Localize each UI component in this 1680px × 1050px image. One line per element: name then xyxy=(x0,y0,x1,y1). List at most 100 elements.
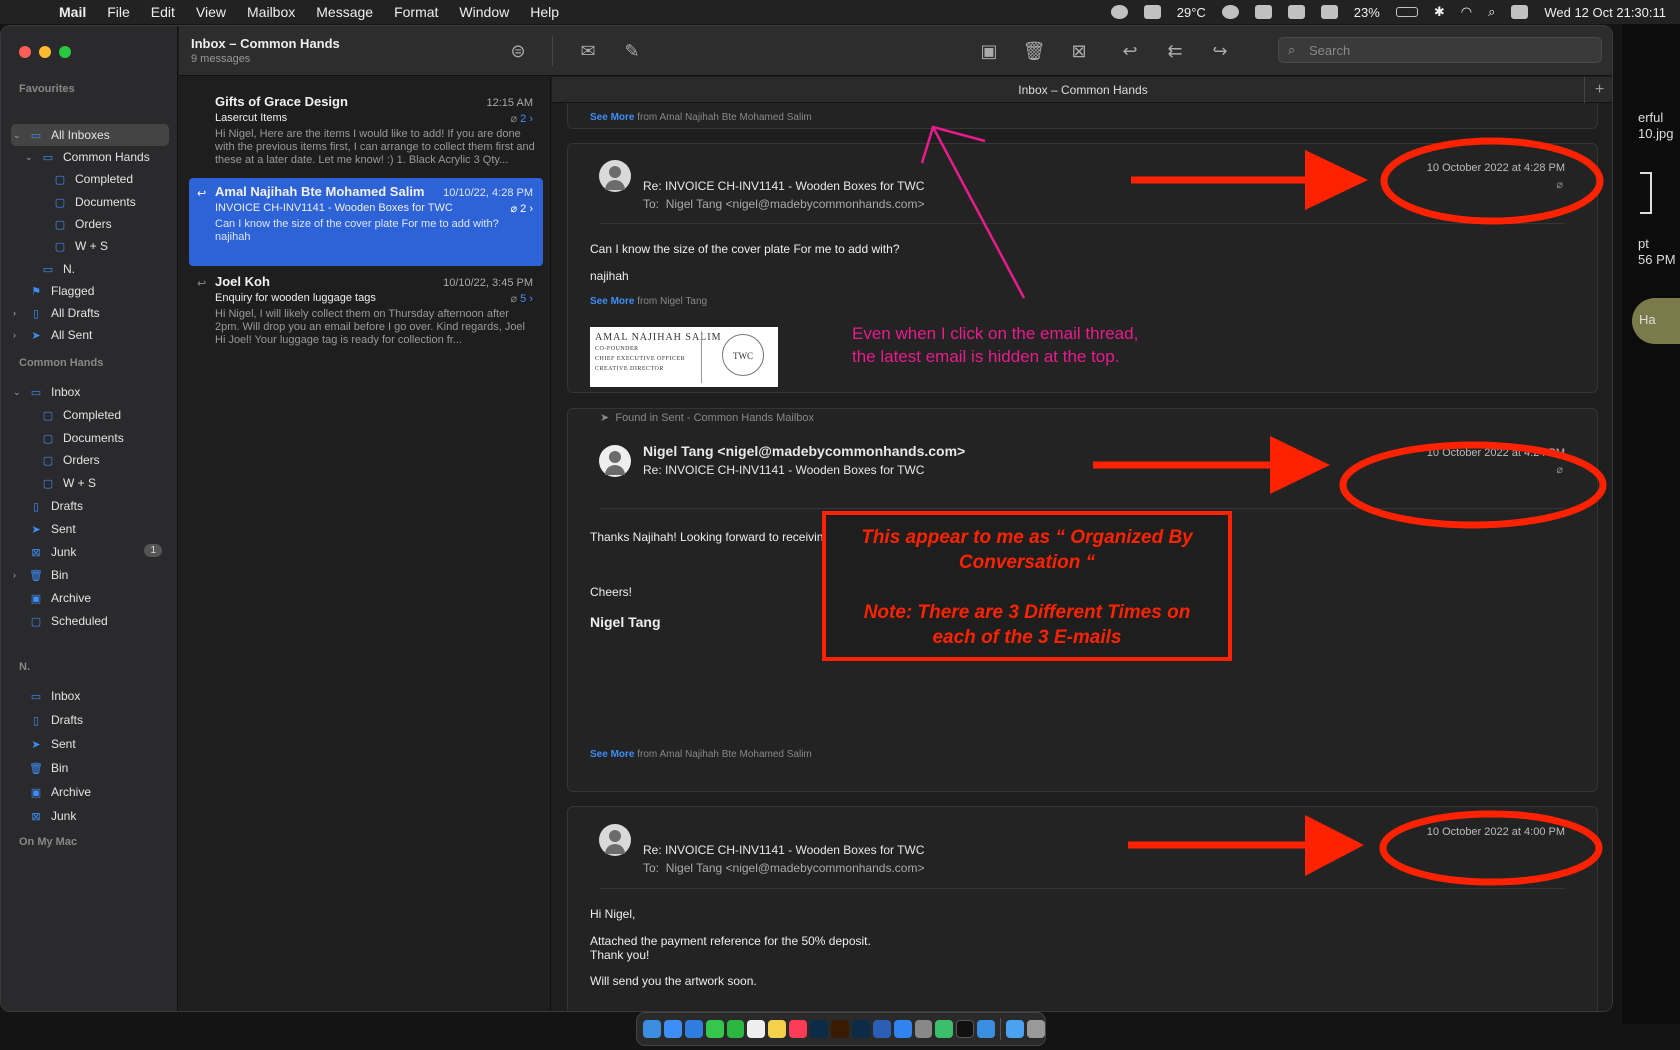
chevron-icon[interactable]: ⌄ xyxy=(25,152,35,163)
sidebar-item-sent[interactable]: ➤ Sent xyxy=(13,518,178,540)
see-more-link[interactable]: See More from Amal Najihah Bte Mohamed S… xyxy=(590,749,812,760)
downloads-folder-icon[interactable] xyxy=(1006,1020,1025,1038)
sidebar-item-w-s[interactable]: ▢ W + S xyxy=(25,472,178,494)
sidebar-item-documents[interactable]: ▢ Documents xyxy=(37,191,178,213)
sidebar-item-w-s[interactable]: ▢ W + S xyxy=(37,235,178,257)
app-icon[interactable] xyxy=(977,1020,996,1038)
junk-icon[interactable]: ⊠ xyxy=(1066,38,1092,64)
lightroom-icon[interactable] xyxy=(851,1020,870,1038)
menu-mailbox[interactable]: Mailbox xyxy=(247,4,295,20)
get-mail-icon[interactable]: ✉ xyxy=(575,38,601,64)
sidebar-item-bin[interactable]: › 🗑 Bin xyxy=(13,564,178,586)
sidebar-item-junk[interactable]: ⊠ Junk 1 xyxy=(13,541,178,563)
minimize-window-button[interactable] xyxy=(39,46,51,58)
calendar-icon[interactable] xyxy=(747,1020,766,1038)
reply-all-icon[interactable]: ⇇ xyxy=(1162,38,1188,64)
menu-edit[interactable]: Edit xyxy=(151,4,175,20)
wifi-icon[interactable]: ◠ xyxy=(1461,4,1472,20)
weather-icon[interactable] xyxy=(1143,5,1161,19)
sidebar-item-orders[interactable]: ▢ Orders xyxy=(37,213,178,235)
chevron-icon[interactable]: ⌄ xyxy=(13,387,23,398)
trash-bin-icon[interactable] xyxy=(1027,1020,1045,1038)
sidebar-item-sent[interactable]: ➤ Sent xyxy=(13,733,178,755)
photoshop-icon[interactable] xyxy=(810,1020,829,1038)
sidebar-item-drafts[interactable]: ▯ Drafts xyxy=(13,709,178,731)
new-tab-button[interactable]: + xyxy=(1584,77,1612,103)
app-store-icon[interactable] xyxy=(893,1020,912,1038)
sidebar-item-all-drafts[interactable]: › ▯ All Drafts xyxy=(13,302,178,324)
input-source-icon[interactable] xyxy=(1320,5,1338,19)
sidebar-item-completed[interactable]: ▢ Completed xyxy=(25,404,178,426)
see-more-link[interactable]: See More from Amal Najihah Bte Mohamed S… xyxy=(590,112,812,123)
sidebar-item-orders[interactable]: ▢ Orders xyxy=(25,449,178,471)
desktop-avatar-pill[interactable]: Ha xyxy=(1632,298,1680,344)
battery-icon[interactable] xyxy=(1395,7,1418,17)
sidebar-item-drafts[interactable]: ▯ Drafts xyxy=(13,495,178,517)
app-a-icon[interactable] xyxy=(1287,5,1305,19)
word-icon[interactable] xyxy=(872,1020,891,1038)
system-preferences-icon[interactable] xyxy=(914,1020,933,1038)
clock-text[interactable]: Wed 12 Oct 21:30:11 xyxy=(1544,5,1666,20)
vpn-icon[interactable] xyxy=(1221,5,1239,19)
spotlight-search-icon[interactable]: ⌕ xyxy=(1488,4,1495,20)
compose-icon[interactable]: ✎ xyxy=(619,38,645,64)
sidebar-item-archive[interactable]: ▣ Archive xyxy=(13,781,178,803)
app-icon[interactable] xyxy=(935,1020,954,1038)
reply-icon[interactable]: ↩ xyxy=(1117,38,1143,64)
menu-view[interactable]: View xyxy=(196,4,226,20)
illustrator-icon[interactable] xyxy=(831,1020,849,1038)
close-window-button[interactable] xyxy=(19,46,31,58)
sidebar-item-all-inboxes[interactable]: ⌄ ▭ All Inboxes xyxy=(13,124,178,146)
sidebar-item-inbox[interactable]: ▭ Inbox xyxy=(13,685,178,707)
trash-icon[interactable]: 🗑 xyxy=(1021,38,1047,64)
chevron-icon[interactable]: › xyxy=(13,308,23,318)
filter-icon[interactable]: ⊜ xyxy=(505,38,531,64)
battery-percent[interactable]: 23% xyxy=(1354,5,1380,20)
message-list-item[interactable]: Gifts of Grace Design 12:15 AM Lasercut … xyxy=(189,88,543,176)
tiktok-icon[interactable] xyxy=(956,1020,975,1038)
creative-cloud-icon[interactable] xyxy=(1110,5,1128,19)
chevron-icon[interactable]: › xyxy=(13,330,23,340)
menu-window[interactable]: Window xyxy=(459,4,509,20)
sidebar-item-common-hands[interactable]: ⌄ ▭ Common Hands xyxy=(25,146,178,168)
sidebar-item-all-sent[interactable]: › ➤ All Sent xyxy=(13,324,178,346)
menu-app-mail[interactable]: Mail xyxy=(59,4,86,20)
search-input[interactable]: ⌕ Search xyxy=(1278,37,1602,63)
sidebar-item-junk[interactable]: ⊠ Junk xyxy=(13,805,178,827)
sidebar-item-bin[interactable]: 🗑 Bin xyxy=(13,757,178,779)
message-list-item-selected[interactable]: ↩ Amal Najihah Bte Mohamed Salim 10/10/2… xyxy=(189,178,543,266)
cloud-icon[interactable] xyxy=(1254,5,1272,19)
sidebar-item-completed[interactable]: ▢ Completed xyxy=(37,168,178,190)
bluetooth-icon[interactable]: ✱ xyxy=(1434,4,1445,20)
chevron-icon[interactable]: › xyxy=(13,570,23,580)
tab-inbox-common-hands[interactable]: Inbox – Common Hands + xyxy=(552,77,1612,103)
forward-icon[interactable]: ↪ xyxy=(1207,38,1233,64)
menu-message[interactable]: Message xyxy=(316,4,373,20)
zoom-window-button[interactable] xyxy=(59,46,71,58)
see-more-link[interactable]: See More from Nigel Tang xyxy=(590,296,707,307)
mail-icon[interactable] xyxy=(663,1020,682,1038)
control-center-icon[interactable] xyxy=(1511,5,1529,19)
menu-format[interactable]: Format xyxy=(394,4,438,20)
sidebar-section-favourites: Favourites xyxy=(19,83,75,95)
temperature-text[interactable]: 29°C xyxy=(1177,5,1206,20)
menu-help[interactable]: Help xyxy=(530,4,559,20)
logo-seal: TWC xyxy=(722,334,764,376)
sidebar-item-n-[interactable]: ▭ N. xyxy=(25,258,178,280)
sidebar-item-scheduled[interactable]: ▢ Scheduled xyxy=(13,610,178,632)
sidebar-item-label: All Inboxes xyxy=(51,128,110,142)
sidebar-item-inbox[interactable]: ⌄ ▭ Inbox xyxy=(13,381,178,403)
sidebar-item-archive[interactable]: ▣ Archive xyxy=(13,587,178,609)
notes-icon[interactable] xyxy=(768,1020,787,1038)
sidebar-item-flagged[interactable]: ⚑ Flagged xyxy=(13,280,178,302)
whatsapp-icon[interactable] xyxy=(726,1020,745,1038)
messages-icon[interactable] xyxy=(705,1020,724,1038)
menu-file[interactable]: File xyxy=(107,4,130,20)
sidebar-item-documents[interactable]: ▢ Documents xyxy=(25,427,178,449)
finder-icon[interactable] xyxy=(643,1020,661,1038)
archive-icon[interactable]: ▣ xyxy=(976,38,1002,64)
safari-icon[interactable] xyxy=(684,1020,703,1038)
music-icon[interactable] xyxy=(789,1020,808,1038)
chevron-icon[interactable]: ⌄ xyxy=(13,130,23,141)
message-list-item[interactable]: ↩ Joel Koh 10/10/22, 3:45 PM Enquiry for… xyxy=(189,268,543,356)
